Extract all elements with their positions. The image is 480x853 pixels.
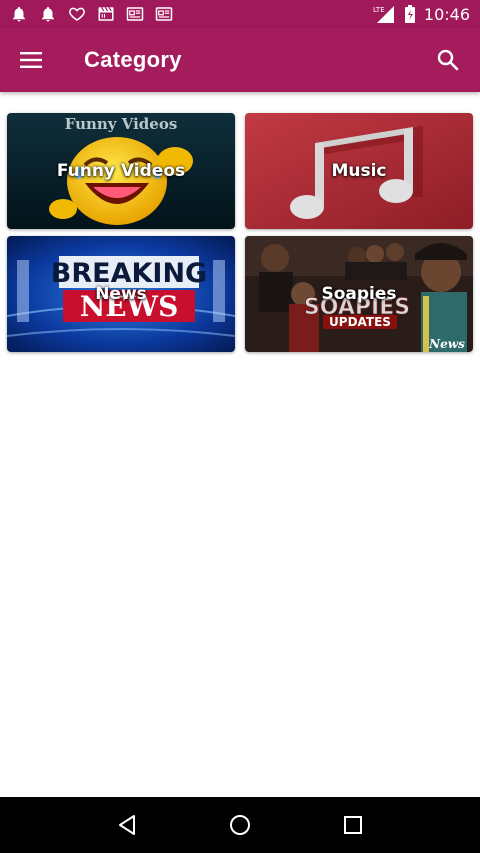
status-bar: LTE 10:46 [0,0,480,28]
system-navigation-bar [0,797,480,853]
lte-signal-icon: LTE [373,6,394,23]
status-system-icons: LTE 10:46 [372,4,470,24]
search-button[interactable] [420,28,476,92]
category-card-news[interactable]: BREAKING NEWS News [7,236,235,352]
home-icon [229,815,250,835]
newspaper-icon [155,7,173,21]
recents-button[interactable] [329,801,377,849]
newspaper-icon [126,7,144,21]
search-icon [437,49,459,71]
category-card-soapies[interactable]: SOAPIES UPDATES News Soapies [245,236,473,352]
clapperboard-icon [98,6,114,21]
page-title: Category [84,47,182,72]
menu-button[interactable] [0,28,64,92]
category-card-music[interactable]: Music [245,113,473,229]
heart-icon [69,7,85,21]
home-button[interactable] [216,801,264,849]
notification-bell-icon [13,6,25,22]
network-type-label: LTE [373,6,385,14]
recents-icon [344,816,363,834]
category-label: Soapies [321,284,397,304]
category-label: Funny Videos [56,161,186,181]
back-button[interactable] [103,801,151,849]
back-icon [118,815,135,835]
category-label: Music [331,161,387,181]
notification-bell-icon [42,6,54,22]
status-notification-icons [10,5,173,23]
clock-time: 10:46 [423,4,470,24]
category-label: News [95,284,147,304]
app-bar: Category [0,28,480,92]
category-card-funny-videos[interactable]: Funny Videos Funny Videos [7,113,235,229]
category-grid: Funny Videos Funny Videos Music BREAKING… [7,113,473,352]
battery-charging-icon [404,5,415,23]
hamburger-menu-icon [20,52,42,68]
